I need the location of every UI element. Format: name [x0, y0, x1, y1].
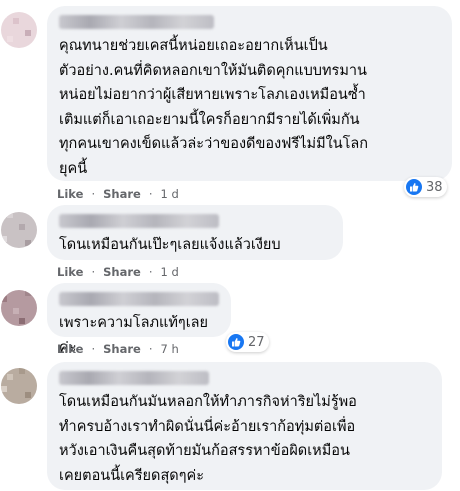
thumbs-up-icon	[228, 334, 244, 350]
like-button[interactable]: Like	[57, 265, 83, 279]
author-name-blurred[interactable]	[59, 15, 214, 29]
reaction-count[interactable]: 38	[404, 177, 447, 197]
avatar[interactable]	[1, 12, 37, 48]
timestamp[interactable]: 1 d	[161, 187, 179, 201]
share-button[interactable]: Share	[103, 342, 141, 356]
comment-bubble: คุณทนายช่วยเคสนี้หน่อยเถอะอยากเห็นเป็น ต…	[47, 6, 452, 181]
reaction-count-value: 27	[248, 334, 265, 350]
like-button[interactable]: Like	[57, 187, 83, 201]
comment-actions: Like · Share · 7 h	[57, 342, 179, 356]
like-button[interactable]: Like	[57, 342, 83, 356]
comment-bubble: โดนเหมือนกันเป๊ะๆเลยแจ้งแล้วเงียบ	[47, 205, 343, 260]
separator: ·	[148, 265, 153, 279]
timestamp[interactable]: 1 d	[161, 265, 179, 279]
reaction-count[interactable]: 27	[226, 332, 269, 352]
comment-bubble: โดนเหมือนกันมันหลอกให้ทำภารกิจห่าริยไม่ร…	[47, 362, 442, 490]
separator: ·	[91, 187, 96, 201]
author-name-blurred[interactable]	[59, 371, 209, 385]
share-button[interactable]: Share	[103, 187, 141, 201]
avatar[interactable]	[1, 290, 37, 326]
comment-text: โดนเหมือนกันมันหลอกให้ทำภารกิจห่าริยไม่ร…	[59, 394, 357, 484]
comment-bubble: เพราะความโลภแท้ๆเลยค่ะ	[47, 283, 231, 356]
comment-text: คุณทนายช่วยเคสนี้หน่อยเถอะอยากเห็นเป็น ต…	[59, 38, 369, 177]
share-button[interactable]: Share	[103, 265, 141, 279]
avatar[interactable]	[1, 212, 37, 248]
separator: ·	[91, 265, 96, 279]
separator: ·	[148, 342, 153, 356]
comment-actions: Like · Share · 1 d	[57, 187, 179, 201]
author-name-blurred[interactable]	[59, 214, 219, 228]
separator: ·	[91, 342, 96, 356]
separator: ·	[148, 187, 153, 201]
reaction-count-value: 38	[426, 179, 443, 195]
author-name-blurred[interactable]	[59, 292, 219, 306]
timestamp[interactable]: 7 h	[161, 342, 179, 356]
comment-text: โดนเหมือนกันเป๊ะๆเลยแจ้งแล้วเงียบ	[59, 237, 281, 253]
avatar[interactable]	[1, 368, 37, 404]
comment-actions: Like · Share · 1 d	[57, 265, 179, 279]
thumbs-up-icon	[406, 179, 422, 195]
